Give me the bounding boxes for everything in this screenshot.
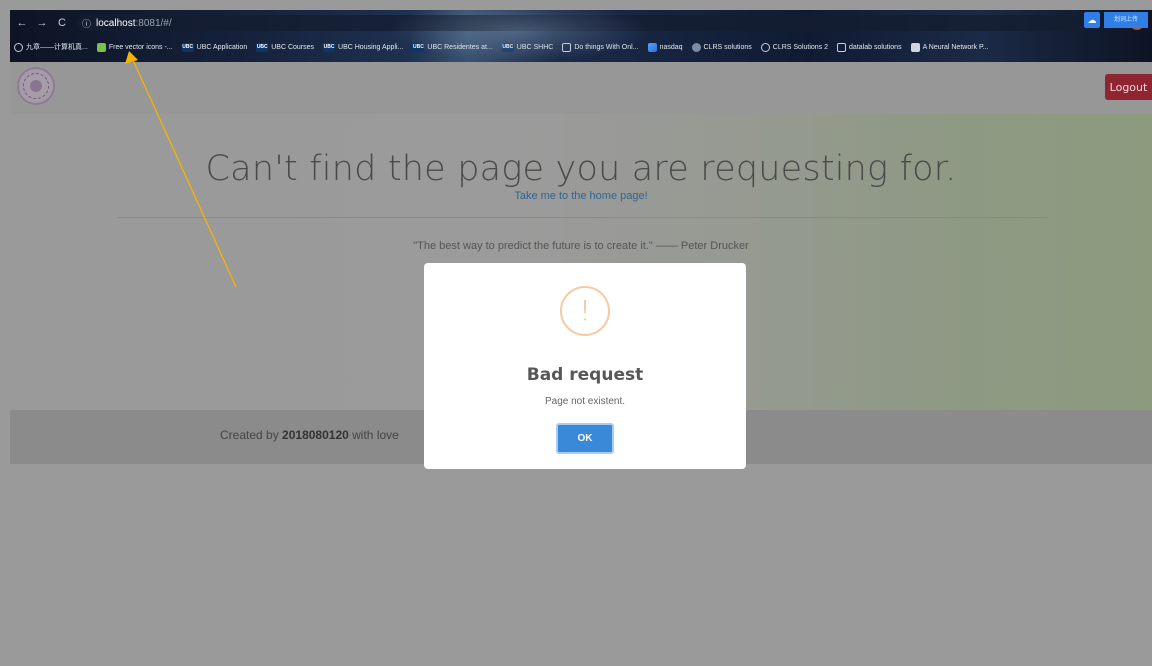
url-path: :8081/#/: [135, 17, 172, 29]
dialog-message: Page not existent.: [544, 396, 626, 407]
ubc-icon: UBC: [256, 42, 269, 52]
url-field[interactable]: ⓘ localhost:8081/#/: [76, 15, 1076, 31]
bookmark-item[interactable]: Free vector icons -...: [96, 42, 173, 52]
chart-icon: [647, 42, 657, 52]
logo-core: [30, 80, 42, 92]
bookmark-label: Free vector icons -...: [108, 43, 173, 51]
bookmark-label: CLRS Solutions 2: [772, 43, 829, 51]
blog-icon: [910, 42, 920, 52]
bookmark-label: UBC Courses: [271, 43, 315, 51]
footer-text: Created by 2018080120 with love: [220, 428, 399, 442]
bookmark-item[interactable]: nasdaq: [647, 42, 683, 52]
page-title: Can't find the page you are requesting f…: [205, 149, 957, 189]
bookmarks-bar: 九章——计算机真... Free vector icons -... UBC UBC …: [10, 36, 1152, 58]
footer-prefix: Created by: [220, 428, 279, 442]
navbar: Logout: [10, 62, 1152, 114]
bookmark-item[interactable]: UBC UBC Residentes at...: [412, 42, 493, 52]
bookmark-item[interactable]: Do things With Onl...: [562, 42, 639, 52]
university-logo[interactable]: [17, 67, 55, 105]
bookmark-label: UBC Application: [196, 43, 248, 51]
box-icon: [837, 42, 847, 52]
globe-icon: [760, 42, 770, 52]
bookmark-label: UBC Housing Appli...: [338, 43, 404, 51]
extension-button[interactable]: 划词上传: [1104, 12, 1148, 28]
box-icon: [562, 42, 572, 52]
ubc-icon: UBC: [501, 42, 514, 52]
ubc-icon: UBC: [181, 42, 194, 52]
dialog-title: Bad request: [526, 365, 644, 385]
forward-icon[interactable]: →: [34, 17, 50, 29]
quote: "The best way to predict the future is t…: [413, 240, 749, 252]
back-icon[interactable]: ←: [14, 17, 30, 29]
logout-button[interactable]: Logout: [1105, 74, 1152, 100]
ubc-icon: UBC: [412, 42, 425, 52]
info-icon[interactable]: ⓘ: [82, 17, 91, 30]
bookmark-label: datalab solutions: [849, 43, 902, 51]
bookmark-item[interactable]: datalab solutions: [837, 42, 902, 52]
ok-button[interactable]: OK: [556, 423, 614, 454]
bookmark-label: UBC Residentes at...: [427, 43, 493, 51]
extension-area: ☁ 划词上传: [1084, 12, 1148, 28]
address-bar-row: ← → C ⓘ localhost:8081/#/ ☆ ✲: [10, 14, 1152, 32]
bookmark-item[interactable]: 九章——计算机真...: [14, 42, 88, 52]
bookmark-item[interactable]: CLRS solutions: [691, 42, 752, 52]
bookmark-label: UBC SHHC: [516, 43, 554, 51]
bookmark-label: nasdaq: [659, 43, 683, 51]
bookmark-item[interactable]: CLRS Solutions 2: [760, 42, 829, 52]
divider: [118, 217, 1048, 218]
error-dialog: ! Bad request Page not existent. OK: [424, 263, 746, 469]
bookmark-item[interactable]: UBC UBC Housing Appli...: [323, 42, 404, 52]
warning-icon: !: [560, 286, 610, 336]
bookmark-label: Do things With Onl...: [574, 43, 639, 51]
bookmark-item[interactable]: A Neural Network P...: [910, 42, 989, 52]
bookmark-label: A Neural Network P...: [922, 43, 989, 51]
browser-chrome: ← → C ⓘ localhost:8081/#/ ☆ ✲ 九章——计算机真..…: [10, 10, 1152, 62]
home-link[interactable]: Take me to the home page!: [10, 190, 1152, 202]
globe-icon: [14, 42, 23, 52]
bookmark-label: CLRS solutions: [703, 43, 752, 51]
bookmark-item[interactable]: UBC UBC Courses: [256, 42, 315, 52]
bookmark-item[interactable]: UBC UBC SHHC: [501, 42, 554, 52]
url-host: localhost: [96, 17, 136, 29]
bookmark-label: 九章——计算机真...: [26, 44, 88, 51]
reload-icon[interactable]: C: [54, 17, 70, 29]
footer-author: 2018080120: [282, 428, 349, 442]
cloud-icon[interactable]: ☁: [1084, 12, 1100, 28]
footer-suffix: with love: [352, 428, 399, 442]
dot-icon: [691, 42, 701, 52]
ubc-icon: UBC: [323, 42, 336, 52]
logo-seal: [23, 73, 49, 99]
leaf-icon: [96, 42, 106, 52]
page: Logout Can't find the page you are reque…: [10, 62, 1152, 666]
bookmark-item[interactable]: UBC UBC Application: [181, 42, 248, 52]
